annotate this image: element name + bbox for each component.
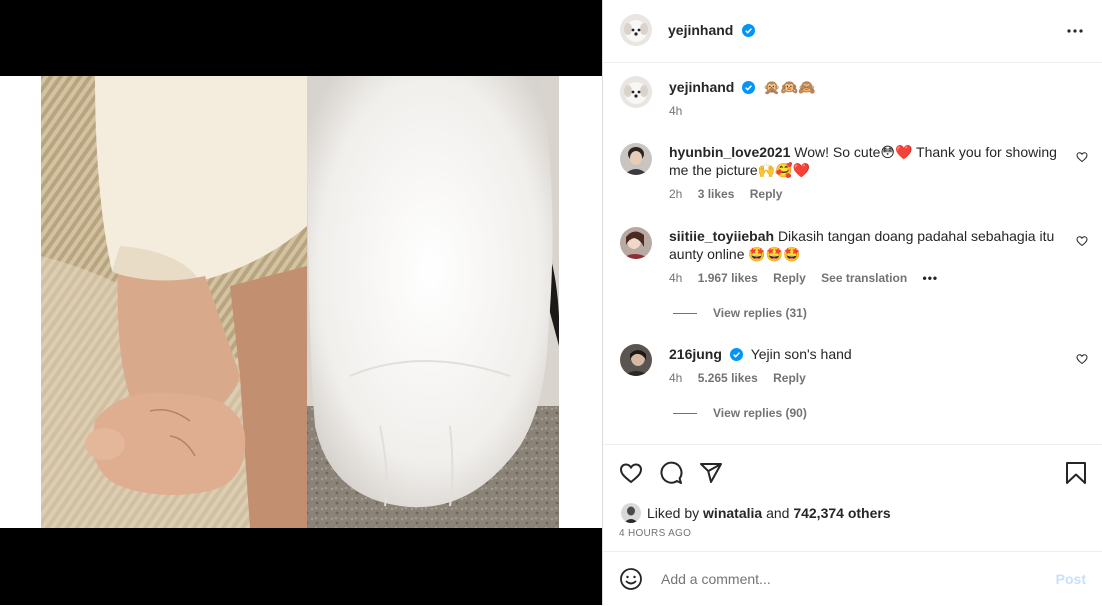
- comment-item: hyunbin_love2021 Wow! So cute😳❤️ Thank y…: [669, 143, 1059, 179]
- instagram-post-view: yejinhand yejinhand 🙊🙉🙈 4h hyunbin_love2…: [0, 0, 1102, 605]
- person-avatar-image: [620, 344, 652, 376]
- post-photo-illustration: [0, 76, 602, 528]
- comment-more-icon[interactable]: •••: [923, 271, 939, 285]
- post-sidebar: yejinhand yejinhand 🙊🙉🙈 4h hyunbin_love2…: [602, 0, 1102, 605]
- comment-text: Yejin son's hand: [750, 346, 852, 362]
- comment-avatar[interactable]: [620, 227, 652, 259]
- person-avatar-image: [621, 503, 641, 523]
- add-comment-bar: Post: [603, 551, 1102, 606]
- share-icon[interactable]: [699, 461, 723, 485]
- caption-avatar[interactable]: [620, 76, 652, 108]
- author-name-row: yejinhand: [668, 22, 755, 40]
- heart-icon[interactable]: [1076, 235, 1088, 247]
- author-avatar[interactable]: [620, 14, 652, 46]
- dog-avatar-image: [620, 14, 652, 46]
- verified-icon: [741, 24, 755, 37]
- comment-username[interactable]: hyunbin_love2021: [669, 144, 790, 160]
- person-avatar-image: [620, 143, 652, 175]
- comment-username[interactable]: 216jung: [669, 346, 722, 362]
- heart-icon[interactable]: [1076, 151, 1088, 163]
- dog-avatar-image: [620, 76, 652, 108]
- view-replies-button[interactable]: View replies (31): [673, 306, 807, 320]
- verified-icon: [742, 81, 756, 94]
- liker-avatar[interactable]: [621, 503, 641, 523]
- emoji-icon[interactable]: [619, 567, 643, 591]
- comment-item: 216jung Yejin son's hand: [669, 345, 1059, 363]
- verified-icon: [729, 348, 743, 361]
- liked-by-user[interactable]: winatalia: [703, 505, 762, 521]
- liked-by-prefix: Liked by: [647, 505, 700, 521]
- comment-icon[interactable]: [659, 461, 683, 485]
- caption-username[interactable]: yejinhand: [669, 79, 734, 95]
- divider-line: [673, 413, 697, 415]
- reply-button[interactable]: Reply: [750, 187, 783, 201]
- view-replies-button[interactable]: View replies (90): [673, 406, 807, 420]
- view-replies-label: View replies (90): [713, 406, 807, 420]
- divider-line: [673, 313, 697, 315]
- heart-icon[interactable]: [619, 461, 643, 485]
- post-media: [0, 0, 602, 605]
- post-header: yejinhand: [603, 0, 1102, 63]
- comment-meta: 2h 3 likes Reply: [669, 187, 794, 201]
- comment-time: 4h: [669, 271, 683, 285]
- caption-time: 4h: [669, 104, 683, 118]
- bookmark-icon[interactable]: [1065, 461, 1087, 485]
- comment-item: siitiie_toyiiebah Dikasih tangan doang p…: [669, 227, 1059, 263]
- post-timestamp: 4 HOURS AGO: [619, 528, 692, 539]
- liked-by-others[interactable]: 742,374 others: [793, 505, 890, 521]
- heart-icon[interactable]: [1076, 353, 1088, 365]
- comment-likes[interactable]: 5.265 likes: [698, 371, 758, 385]
- comment-likes[interactable]: 1.967 likes: [698, 271, 758, 285]
- post-photo[interactable]: [0, 76, 602, 528]
- comment-avatar[interactable]: [620, 344, 652, 376]
- comment-avatar[interactable]: [620, 143, 652, 175]
- reply-button[interactable]: Reply: [773, 371, 806, 385]
- person-avatar-image: [620, 227, 652, 259]
- more-icon[interactable]: [1065, 23, 1085, 39]
- reply-button[interactable]: Reply: [773, 271, 806, 285]
- caption-emojis: 🙊🙉🙈: [763, 79, 816, 95]
- see-translation-button[interactable]: See translation: [821, 271, 907, 285]
- comment-meta: 4h 1.967 likes Reply See translation •••: [669, 271, 950, 285]
- post-button[interactable]: Post: [1056, 571, 1086, 587]
- comment-likes[interactable]: 3 likes: [698, 187, 735, 201]
- liked-by-text: Liked by winatalia and 742,374 others: [647, 505, 891, 521]
- comment-meta: 4h 5.265 likes Reply: [669, 371, 818, 385]
- comment-time: 4h: [669, 371, 683, 385]
- liked-by-and: and: [766, 505, 790, 521]
- comment-username[interactable]: siitiie_toyiiebah: [669, 228, 774, 244]
- comment-input[interactable]: [659, 570, 1023, 588]
- comment-time: 2h: [669, 187, 683, 201]
- view-replies-label: View replies (31): [713, 306, 807, 320]
- author-username[interactable]: yejinhand: [668, 22, 733, 38]
- caption-text: yejinhand 🙊🙉🙈: [669, 79, 815, 96]
